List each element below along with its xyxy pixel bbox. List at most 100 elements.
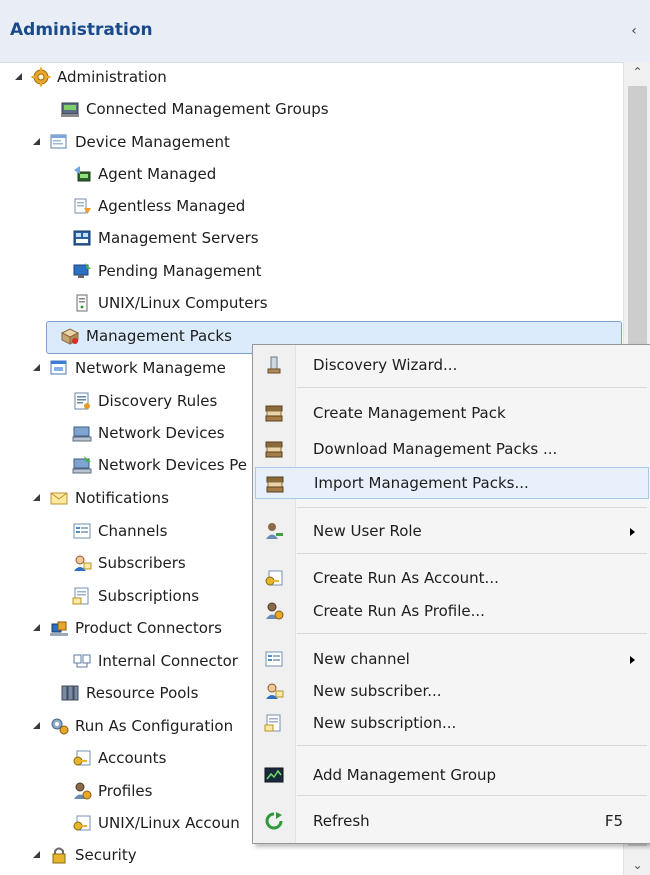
tree-node-device-management[interactable]: Device Management — [33, 127, 230, 157]
expander-icon[interactable] — [15, 72, 22, 80]
package-icon — [61, 328, 79, 345]
menu-separator — [297, 795, 647, 796]
pending-monitor-icon — [73, 262, 92, 279]
tree-node-subscribers[interactable]: Subscribers — [72, 548, 186, 578]
subscriptions-icon — [72, 587, 89, 605]
tree-label: Subscriptions — [98, 587, 200, 605]
tree-node-product-connectors[interactable]: Product Connectors — [33, 613, 222, 643]
tree-node-unix-linux-accounts[interactable]: UNIX/Linux Accoun — [72, 808, 240, 838]
agentless-icon — [74, 198, 92, 215]
tree-node-subscriptions[interactable]: Subscriptions — [72, 581, 199, 611]
tree-node-notifications[interactable]: Notifications — [33, 483, 169, 513]
tree-node-accounts[interactable]: Accounts — [72, 743, 166, 773]
tree-node-pending-management[interactable]: Pending Management — [72, 256, 262, 286]
expander-icon[interactable] — [33, 850, 40, 858]
menu-separator — [297, 633, 647, 634]
tree-node-channels[interactable]: Channels — [72, 516, 167, 546]
menu-item-download-management-packs[interactable]: Download Management Packs ... — [255, 433, 649, 465]
subscribers-icon — [73, 555, 92, 572]
menu-item-create-run-as-profile[interactable]: Create Run As Profile... — [255, 595, 649, 627]
tree-label: Network Devices — [98, 424, 225, 442]
expander-icon[interactable] — [33, 137, 40, 145]
menu-label: Create Run As Account... — [313, 569, 499, 587]
tree-label: Agentless Managed — [98, 197, 246, 215]
management-pack-icon — [266, 476, 284, 493]
tree-node-resource-pools[interactable]: Resource Pools — [60, 678, 198, 708]
tree-node-agent-managed[interactable]: Agent Managed — [72, 159, 216, 189]
subscribers-icon — [265, 683, 284, 700]
shortcut-label: F5 — [604, 812, 623, 830]
tree-node-internal-connectors[interactable]: Internal Connector — [72, 646, 238, 676]
tree-label: Administration — [57, 68, 167, 86]
tree-node-administration[interactable]: Administration — [15, 62, 167, 92]
menu-item-new-user-role[interactable]: New User Role — [255, 515, 649, 547]
window-icon — [50, 134, 67, 149]
tree-node-management-servers[interactable]: Management Servers — [72, 223, 259, 253]
tree-node-management-packs[interactable]: Management Packs — [60, 321, 232, 351]
menu-item-create-run-as-account[interactable]: Create Run As Account... — [255, 562, 649, 594]
tree-node-run-as-configuration[interactable]: Run As Configuration — [33, 711, 233, 741]
menu-item-import-management-packs[interactable]: Import Management Packs... — [255, 467, 649, 499]
chart-monitor-icon — [264, 767, 284, 783]
user-role-icon — [266, 523, 283, 539]
tree-node-connected-management-groups[interactable]: Connected Management Groups — [60, 94, 329, 124]
menu-label: Add Management Group — [313, 766, 497, 784]
scroll-down-button[interactable]: ⌄ — [624, 855, 650, 875]
menu-label: New channel — [313, 650, 410, 668]
tree-label: Management Servers — [98, 229, 259, 247]
expander-icon[interactable] — [33, 721, 40, 729]
connector-icon — [49, 621, 69, 637]
key-account-icon — [73, 750, 91, 766]
unix-computer-icon — [76, 294, 88, 312]
menu-label: Create Run As Profile... — [313, 602, 485, 620]
network-device-pending-icon — [72, 455, 92, 474]
menu-item-add-management-group[interactable]: Add Management Group — [255, 759, 649, 791]
tree-label: Network Manageme — [75, 359, 226, 377]
menu-item-discovery-wizard[interactable]: Discovery Wizard... — [255, 349, 649, 381]
menu-separator — [297, 553, 647, 554]
menu-label: Download Management Packs ... — [313, 440, 558, 458]
expander-icon[interactable] — [33, 623, 40, 631]
menu-item-new-subscription[interactable]: New subscription... — [255, 707, 649, 739]
menu-label: Discovery Wizard... — [313, 356, 458, 374]
tree-node-agentless-managed[interactable]: Agentless Managed — [72, 191, 245, 221]
gear-icon — [31, 67, 51, 87]
menu-label: Create Management Pack — [313, 404, 506, 422]
tree-node-profiles[interactable]: Profiles — [72, 776, 152, 806]
tree-label: Internal Connector — [98, 652, 238, 670]
tree-label: Resource Pools — [86, 684, 199, 702]
tree-node-network-devices-pending[interactable]: Network Devices Pe — [72, 450, 247, 480]
collapse-pane-button[interactable]: ‹ — [627, 22, 641, 40]
management-server-icon — [73, 230, 91, 246]
lock-icon — [52, 847, 66, 864]
tree-label: Pending Management — [98, 262, 262, 280]
menu-label: New subscription... — [313, 714, 457, 732]
server-icon — [60, 102, 80, 118]
tree-label: UNIX/Linux Computers — [98, 294, 268, 312]
resource-pools-icon — [61, 685, 79, 701]
tree-label: Agent Managed — [98, 165, 217, 183]
rules-document-icon — [74, 392, 91, 410]
menu-item-new-subscriber[interactable]: New subscriber... — [255, 675, 649, 707]
menu-label: Refresh — [313, 812, 370, 830]
expander-icon[interactable] — [33, 493, 40, 501]
channels-icon — [265, 651, 283, 667]
menu-label: New subscriber... — [313, 682, 442, 700]
menu-item-refresh[interactable]: Refresh F5 — [255, 805, 649, 837]
tree-node-network-devices[interactable]: Network Devices — [72, 418, 225, 448]
scroll-up-button[interactable]: ⌃ — [624, 62, 650, 82]
menu-item-create-management-pack[interactable]: Create Management Pack — [255, 397, 649, 429]
tree-node-network-management[interactable]: Network Manageme — [33, 353, 226, 383]
key-account-icon — [73, 815, 91, 831]
menu-separator — [297, 507, 647, 508]
wizard-icon — [267, 356, 281, 374]
expander-icon[interactable] — [33, 363, 40, 371]
tree-label: Product Connectors — [75, 619, 222, 637]
refresh-icon — [265, 811, 284, 830]
tree-label: Profiles — [98, 782, 153, 800]
tree-node-unix-linux-computers[interactable]: UNIX/Linux Computers — [72, 288, 268, 318]
tree-node-security[interactable]: Security — [33, 840, 137, 870]
profile-icon — [265, 602, 284, 620]
menu-item-new-channel[interactable]: New channel — [255, 643, 649, 675]
tree-node-discovery-rules[interactable]: Discovery Rules — [72, 386, 217, 416]
